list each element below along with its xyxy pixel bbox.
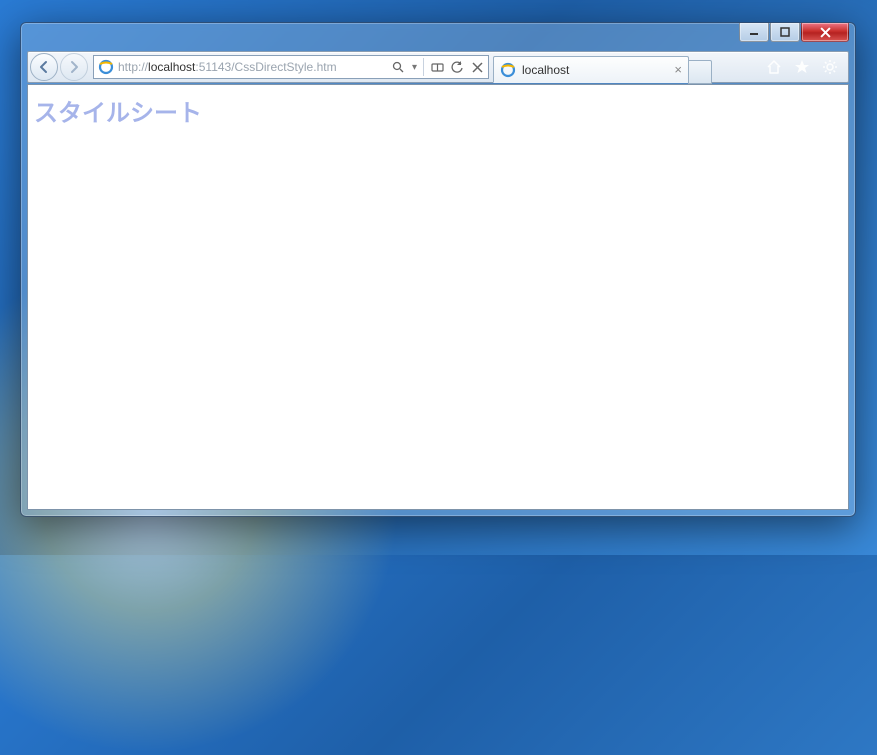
command-bar xyxy=(756,59,848,75)
new-tab-button[interactable] xyxy=(688,60,712,84)
address-bar-icons: ▾ xyxy=(392,58,484,76)
search-icon[interactable] xyxy=(392,60,406,74)
stop-icon[interactable] xyxy=(470,60,484,74)
tab-title: localhost xyxy=(522,63,569,77)
home-icon[interactable] xyxy=(766,59,782,75)
refresh-icon[interactable] xyxy=(450,60,464,74)
browser-window: http://localhost:51143/CssDirectStyle.ht… xyxy=(20,22,856,517)
url-text: http://localhost:51143/CssDirectStyle.ht… xyxy=(118,60,388,74)
close-button[interactable] xyxy=(801,23,849,42)
address-bar[interactable]: http://localhost:51143/CssDirectStyle.ht… xyxy=(93,55,489,79)
minimize-button[interactable] xyxy=(739,23,769,42)
forward-button[interactable] xyxy=(60,53,88,81)
search-dropdown-icon[interactable]: ▾ xyxy=(412,62,417,73)
window-controls xyxy=(738,23,849,45)
tools-icon[interactable] xyxy=(822,59,838,75)
ie-icon xyxy=(500,62,516,78)
ie-icon xyxy=(98,59,114,75)
compat-view-icon[interactable] xyxy=(430,60,444,74)
maximize-button[interactable] xyxy=(770,23,800,42)
page-heading: スタイルシート xyxy=(28,85,848,136)
toolbar: http://localhost:51143/CssDirectStyle.ht… xyxy=(27,51,849,83)
tab-close-icon[interactable]: × xyxy=(674,62,682,77)
favorites-icon[interactable] xyxy=(794,59,810,75)
back-button[interactable] xyxy=(30,53,58,81)
page-content: スタイルシート xyxy=(27,84,849,510)
tab-strip: localhost × xyxy=(493,52,712,82)
tab-localhost[interactable]: localhost × xyxy=(493,56,689,83)
